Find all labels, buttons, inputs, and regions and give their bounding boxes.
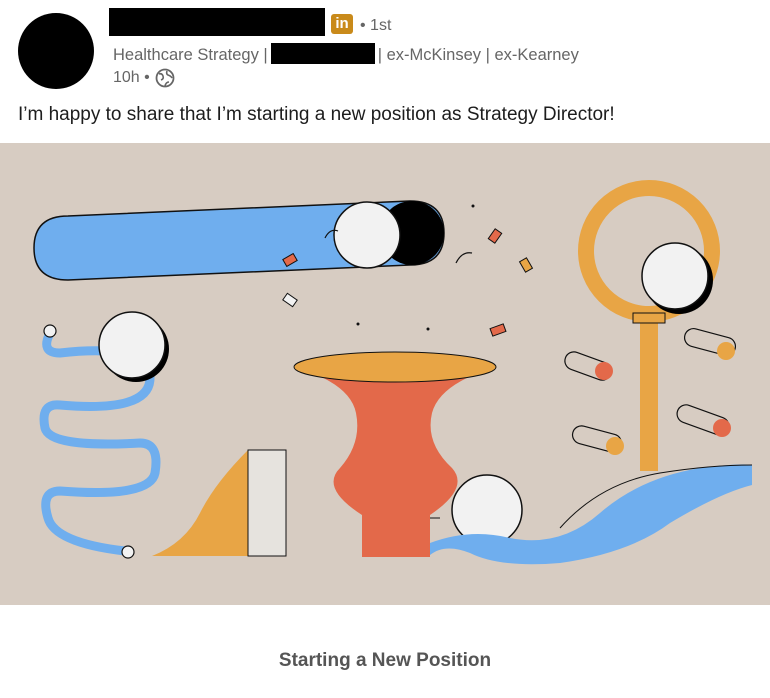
post-caption: Starting a New Position <box>278 650 492 671</box>
post-time: 10h • <box>113 69 150 86</box>
post-meta: 10h • <box>113 68 175 88</box>
globe-icon <box>155 68 175 88</box>
post-text: I’m happy to share that I’m starting a n… <box>18 104 615 125</box>
headline-suffix: | ex-McKinsey | ex-Kearney <box>377 46 579 64</box>
headline-redacted <box>270 43 375 64</box>
gold-ramp <box>152 450 248 556</box>
linkedin-icon: in <box>331 14 353 34</box>
avatar[interactable] <box>18 13 94 89</box>
author-headline: Healthcare Strategy | | ex-McKinsey | ex-… <box>113 43 579 65</box>
connection-degree: • 1st <box>360 17 392 34</box>
headline-prefix: Healthcare Strategy | <box>113 46 268 64</box>
author-name-redacted[interactable] <box>109 8 325 36</box>
new-position-illustration[interactable] <box>0 143 770 605</box>
